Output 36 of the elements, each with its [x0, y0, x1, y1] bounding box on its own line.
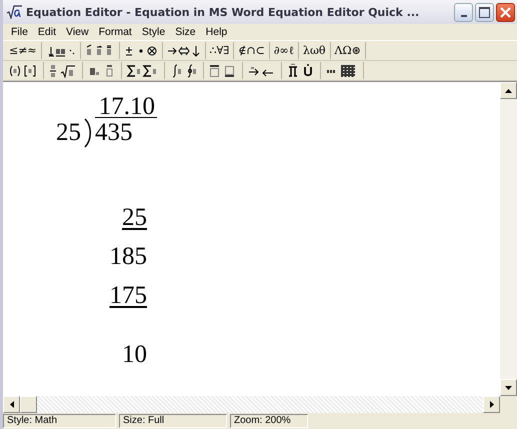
- symbol-palette-button[interactable]: ∉∩⊂: [234, 42, 270, 59]
- scroll-thumb[interactable]: [20, 396, 37, 413]
- style-status: Style: Math: [3, 414, 116, 428]
- window-title: Equation Editor - Equation in MS Word Equation Editor Quick ...: [26, 6, 420, 18]
- menu-item[interactable]: Size: [170, 26, 201, 38]
- menu-item[interactable]: View: [61, 26, 94, 38]
- close-button[interactable]: [496, 2, 515, 22]
- menu-item[interactable]: Edit: [32, 26, 62, 38]
- dividend: 435: [95, 117, 157, 145]
- close-icon: [499, 6, 512, 18]
- symbol-palette-button[interactable]: ΛΩ⊛: [330, 42, 366, 59]
- symbol-palette-button[interactable]: ≤≠≈: [5, 42, 42, 59]
- division-step: 10: [122, 342, 157, 367]
- menu-item[interactable]: Format: [94, 26, 137, 38]
- division-step: 185: [110, 244, 157, 269]
- fraction-radical-icon: [48, 64, 78, 78]
- division-step: 25: [122, 205, 157, 230]
- maximize-button[interactable]: [475, 2, 494, 22]
- symbol-palette-button[interactable]: ∂∞ℓ: [270, 42, 299, 59]
- symbol-palette-button[interactable]: ∴∀∃: [206, 42, 234, 59]
- square-root-alpha-icon: [6, 5, 22, 19]
- size-status: Size: Full: [119, 414, 227, 428]
- equation-canvas[interactable]: 17.10 25 435 25 185 175 10: [3, 82, 500, 396]
- minimize-button[interactable]: [454, 2, 473, 22]
- zoom-status: Zoom: 200%: [230, 414, 308, 428]
- arrow-symbols-icon: [166, 44, 201, 58]
- menu-item[interactable]: Help: [200, 26, 232, 38]
- division-step: 175: [110, 283, 157, 308]
- menu-item[interactable]: Style: [136, 26, 170, 38]
- vertical-scrollbar[interactable]: [500, 82, 517, 396]
- quotient: 17.10: [98, 94, 156, 119]
- menu-item[interactable]: File: [6, 26, 33, 38]
- divisor: 25: [56, 120, 81, 145]
- operator-symbols-icon: [124, 44, 158, 58]
- symbol-palette-button[interactable]: λωθ: [298, 42, 331, 59]
- horizontal-scrollbar[interactable]: [3, 396, 500, 413]
